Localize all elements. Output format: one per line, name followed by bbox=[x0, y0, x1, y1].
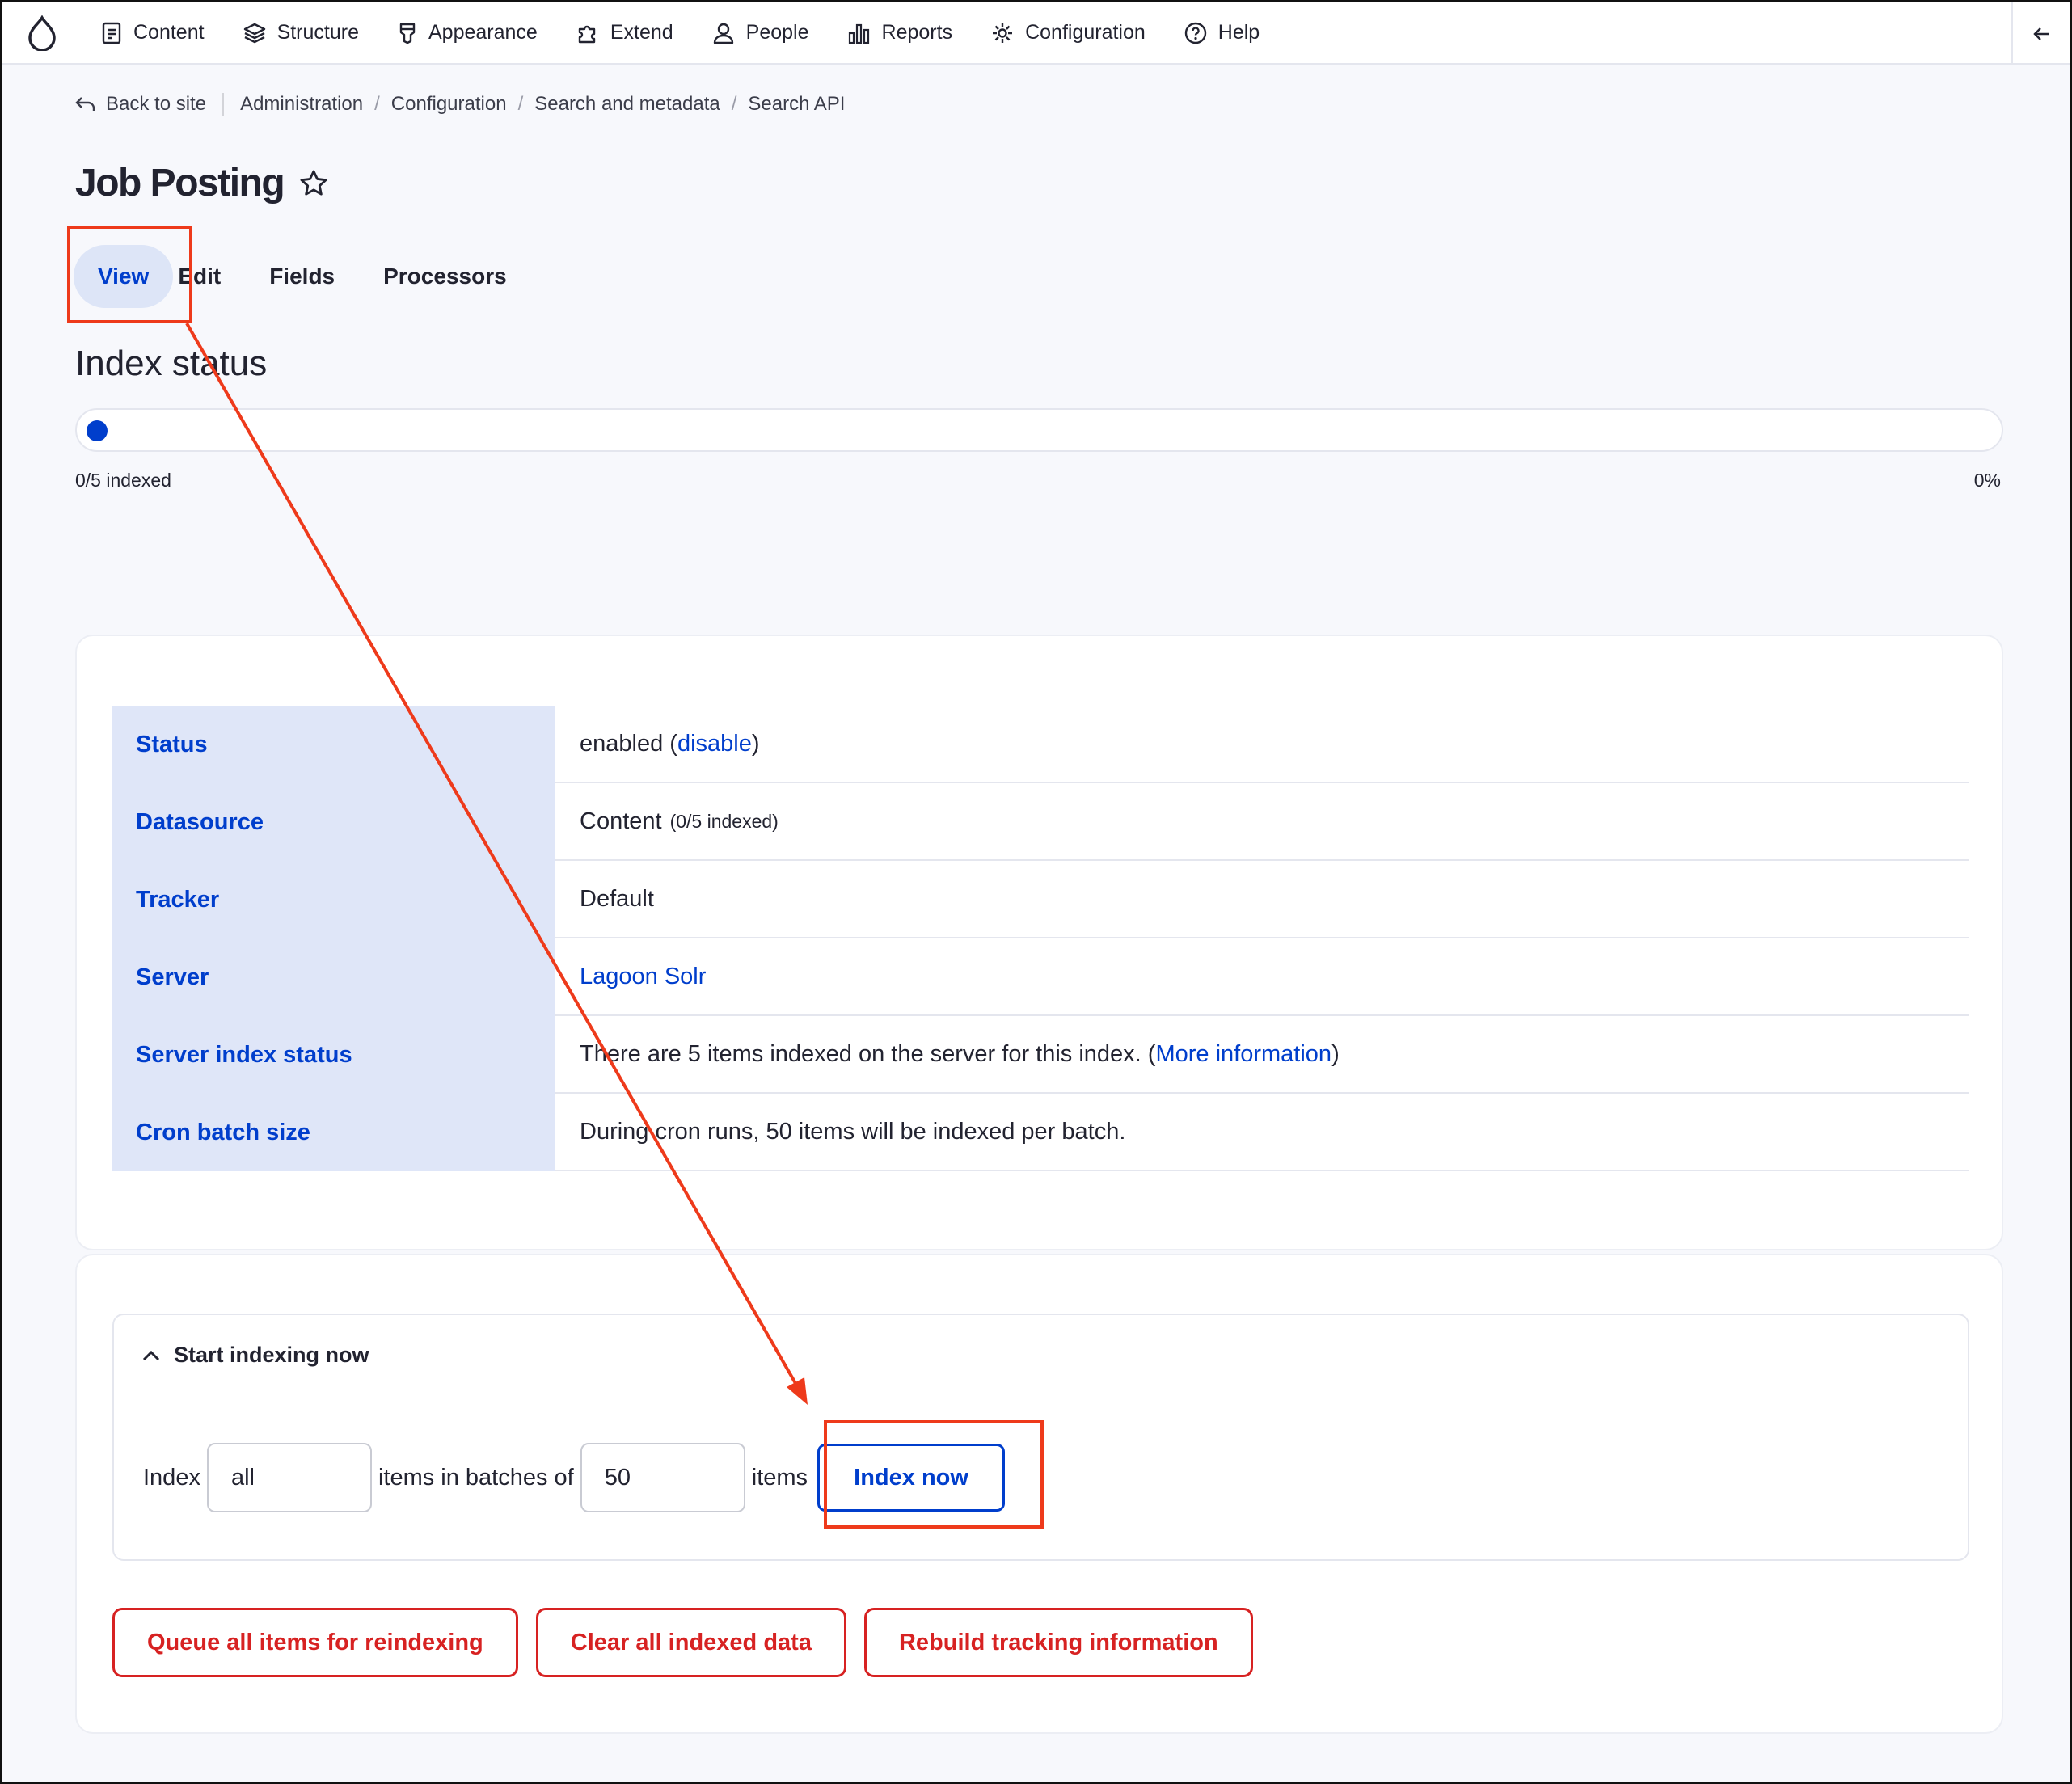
nav-content-label: Content bbox=[133, 21, 205, 44]
collapse-toolbar-button[interactable] bbox=[2011, 2, 2070, 65]
progress-label: 0/5 indexed bbox=[75, 470, 171, 491]
datasource-note: (0/5 indexed) bbox=[669, 810, 779, 832]
cron-batch-size-key: Cron batch size bbox=[112, 1094, 555, 1171]
admin-toolbar: Content Structure Appearance Extend Peop… bbox=[2, 2, 2070, 65]
server-index-status-text: There are 5 items indexed on the server … bbox=[580, 1040, 1156, 1067]
back-to-site-label: Back to site bbox=[106, 93, 207, 115]
page-title: Job Posting bbox=[75, 161, 329, 205]
nav-configuration[interactable]: Configuration bbox=[972, 2, 1165, 64]
datasource-key: Datasource bbox=[112, 783, 555, 861]
tracker-key: Tracker bbox=[112, 861, 555, 938]
datasource-text: Content bbox=[580, 808, 662, 834]
index-details-table: Status enabled ( disable ) Datasource Co… bbox=[112, 706, 1969, 1171]
nav-extend[interactable]: Extend bbox=[557, 2, 693, 64]
items-label: items bbox=[751, 1464, 808, 1491]
status-key: Status bbox=[112, 706, 555, 783]
table-row: Server Lagoon Solr bbox=[112, 938, 1969, 1016]
help-icon bbox=[1184, 22, 1206, 44]
breadcrumb-administration[interactable]: Administration bbox=[240, 93, 363, 116]
breadcrumb-search-api[interactable]: Search API bbox=[748, 93, 845, 116]
more-information-link[interactable]: More information bbox=[1155, 1041, 1331, 1068]
nav-extend-label: Extend bbox=[610, 21, 673, 44]
table-row: Status enabled ( disable ) bbox=[112, 706, 1969, 783]
server-index-status-key: Server index status bbox=[112, 1016, 555, 1094]
back-to-site-link[interactable]: Back to site bbox=[75, 93, 225, 116]
nav-appearance-label: Appearance bbox=[428, 21, 538, 44]
breadcrumb-separator: / bbox=[731, 93, 737, 115]
breadcrumb: Back to site Administration / Configurat… bbox=[75, 93, 845, 116]
server-index-status-suffix: ) bbox=[1331, 1040, 1340, 1067]
document-icon bbox=[102, 22, 121, 44]
nav-help-label: Help bbox=[1217, 21, 1260, 44]
chevron-up-icon bbox=[142, 1350, 160, 1360]
nav-configuration-label: Configuration bbox=[1025, 21, 1146, 44]
batch-size-input[interactable]: 50 bbox=[580, 1443, 745, 1512]
status-value: enabled ( disable ) bbox=[555, 706, 1969, 783]
table-row: Tracker Default bbox=[112, 861, 1969, 938]
layers-icon bbox=[243, 23, 265, 43]
rebuild-tracking-button[interactable]: Rebuild tracking information bbox=[863, 1608, 1253, 1677]
arrow-left-icon bbox=[2033, 27, 2049, 40]
index-label: Index bbox=[143, 1464, 200, 1491]
breadcrumb-search-and-metadata[interactable]: Search and metadata bbox=[534, 93, 720, 116]
breadcrumb-separator: / bbox=[374, 93, 380, 115]
breadcrumb-separator: / bbox=[517, 93, 524, 115]
danger-actions: Queue all items for reindexing Clear all… bbox=[112, 1608, 1271, 1677]
bar-chart-icon bbox=[848, 23, 869, 44]
nav-people[interactable]: People bbox=[693, 2, 829, 64]
nav-structure[interactable]: Structure bbox=[224, 2, 378, 64]
nav-people-label: People bbox=[745, 21, 809, 44]
nav-content[interactable]: Content bbox=[82, 2, 224, 64]
server-index-status-value: There are 5 items indexed on the server … bbox=[555, 1016, 1969, 1094]
nav-appearance[interactable]: Appearance bbox=[378, 2, 557, 64]
nav-structure-label: Structure bbox=[276, 21, 359, 44]
clear-indexed-data-button[interactable]: Clear all indexed data bbox=[535, 1608, 846, 1677]
queue-reindex-button[interactable]: Queue all items for reindexing bbox=[112, 1608, 518, 1677]
nav-help[interactable]: Help bbox=[1165, 2, 1279, 64]
annotation-highlight-index-now bbox=[824, 1420, 1044, 1529]
brush-icon bbox=[399, 23, 416, 44]
index-status-heading: Index status bbox=[75, 344, 268, 383]
items-limit-input[interactable]: all bbox=[206, 1443, 372, 1512]
nav-reports-label: Reports bbox=[881, 21, 953, 44]
return-arrow-icon bbox=[75, 97, 95, 111]
batches-label: items in batches of bbox=[378, 1464, 574, 1491]
gear-icon bbox=[993, 23, 1013, 43]
server-key: Server bbox=[112, 938, 555, 1016]
table-row: Server index status There are 5 items in… bbox=[112, 1016, 1969, 1094]
status-text: enabled ( bbox=[580, 730, 677, 757]
index-progress-bar bbox=[75, 408, 2003, 452]
table-row: Datasource Content (0/5 indexed) bbox=[112, 783, 1969, 861]
breadcrumb-configuration[interactable]: Configuration bbox=[391, 93, 507, 116]
nav-reports[interactable]: Reports bbox=[829, 2, 973, 64]
datasource-value: Content (0/5 indexed) bbox=[555, 783, 1969, 861]
progress-percent: 0% bbox=[1973, 470, 2001, 491]
disable-link[interactable]: disable bbox=[677, 731, 752, 757]
person-icon bbox=[713, 23, 733, 44]
tracker-value: Default bbox=[555, 861, 1969, 938]
status-suffix: ) bbox=[751, 730, 760, 757]
server-value: Lagoon Solr bbox=[555, 938, 1969, 1016]
summary-label: Start indexing now bbox=[174, 1343, 369, 1367]
page-title-text: Job Posting bbox=[75, 162, 285, 205]
progress-indicator bbox=[87, 420, 108, 441]
cron-batch-size-value: During cron runs, 50 items will be index… bbox=[555, 1094, 1969, 1171]
index-details-card: Status enabled ( disable ) Datasource Co… bbox=[75, 635, 2003, 1250]
drupal-logo-icon[interactable] bbox=[2, 2, 82, 64]
start-indexing-summary[interactable]: Start indexing now bbox=[141, 1343, 369, 1368]
star-icon[interactable] bbox=[298, 168, 329, 199]
puzzle-icon bbox=[578, 25, 596, 43]
table-row: Cron batch size During cron runs, 50 ite… bbox=[112, 1094, 1969, 1171]
tab-processors[interactable]: Processors bbox=[359, 245, 531, 308]
annotation-highlight-view-tab bbox=[67, 226, 192, 323]
tab-fields[interactable]: Fields bbox=[245, 245, 359, 308]
server-link[interactable]: Lagoon Solr bbox=[580, 964, 706, 990]
